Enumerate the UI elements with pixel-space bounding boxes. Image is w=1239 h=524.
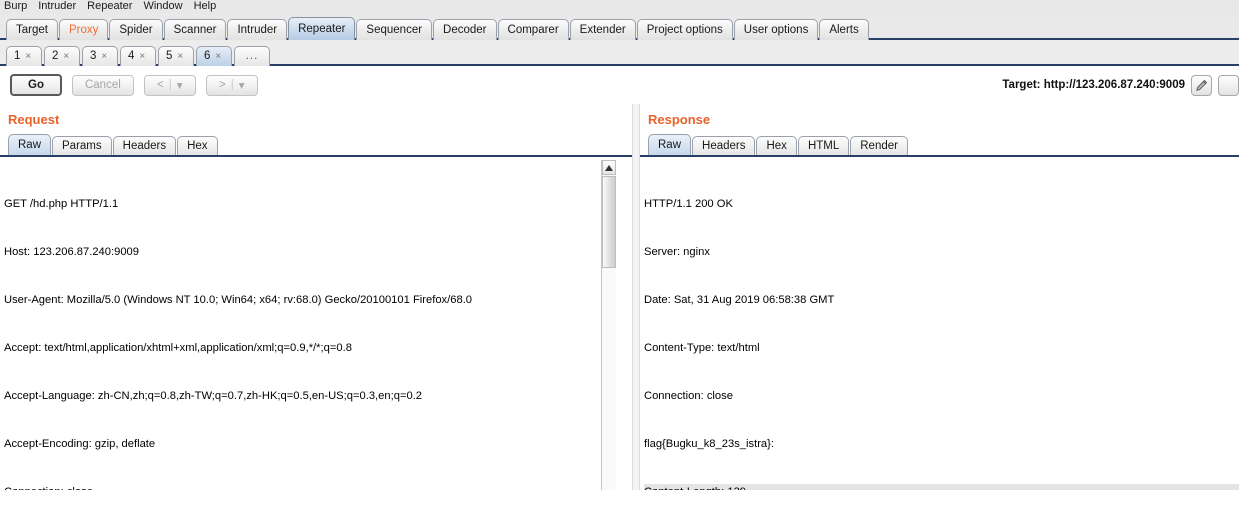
- repeater-tab-4[interactable]: 4 ×: [120, 46, 156, 66]
- request-tab-raw[interactable]: Raw: [8, 134, 52, 155]
- close-icon[interactable]: ×: [215, 47, 221, 66]
- repeater-tab-6-label: 6: [204, 50, 211, 62]
- menu-item-burp[interactable]: Burp: [4, 0, 34, 12]
- request-pane-edge: [616, 160, 632, 490]
- response-line: Date: Sat, 31 Aug 2019 06:58:38 GMT: [644, 294, 835, 306]
- tab-sequencer[interactable]: Sequencer: [356, 19, 433, 40]
- request-text: GET /hd.php HTTP/1.1 Host: 123.206.87.24…: [0, 160, 632, 490]
- response-tab-headers[interactable]: Headers: [692, 136, 756, 155]
- menu-item-help[interactable]: Help: [194, 0, 224, 12]
- scroll-up-button[interactable]: [602, 160, 616, 175]
- request-pane: Request Raw Params Headers Hex GET /hd.p…: [0, 104, 632, 490]
- pane-splitter[interactable]: [632, 104, 640, 490]
- response-content-length-line: Content-Length: 139: [644, 484, 1239, 490]
- close-icon[interactable]: ×: [177, 47, 183, 66]
- back-button: < | ▾: [143, 74, 196, 96]
- response-title: Response: [648, 112, 711, 127]
- response-tab-raw[interactable]: Raw: [648, 134, 692, 155]
- response-tab-bar: Raw Headers Hex HTML Render: [640, 133, 1239, 157]
- tab-project-options[interactable]: Project options: [636, 19, 733, 40]
- tab-proxy[interactable]: Proxy: [58, 19, 109, 40]
- tab-target[interactable]: Target: [6, 19, 58, 40]
- repeater-toolbar: Go Cancel < | ▾ > | ▾ Target: http://123…: [0, 66, 1239, 104]
- request-line: Accept-Language: zh-CN,zh;q=0.8,zh-TW;q=…: [4, 390, 423, 402]
- request-line: Connection: close: [4, 484, 632, 490]
- request-tab-bar: Raw Params Headers Hex: [0, 133, 632, 157]
- request-line: Accept: text/html,application/xhtml+xml,…: [4, 342, 352, 354]
- chevron-right-icon: >: [219, 79, 226, 91]
- cancel-button: Cancel: [71, 74, 134, 96]
- response-flag-line: flag{Bugku_k8_23s_istra}:: [644, 438, 774, 450]
- repeater-tab-2-label: 2: [52, 50, 59, 62]
- request-line: Host: 123.206.87.240:9009: [4, 246, 139, 258]
- menu-item-intruder[interactable]: Intruder: [38, 0, 83, 12]
- close-icon[interactable]: ×: [63, 47, 69, 66]
- menu-item-window[interactable]: Window: [143, 0, 189, 12]
- tab-alerts[interactable]: Alerts: [819, 19, 869, 40]
- close-icon[interactable]: ×: [139, 47, 145, 66]
- repeater-tab-1-label: 1: [14, 50, 21, 62]
- forward-button: > | ▾: [205, 74, 258, 96]
- repeater-tab-4-label: 4: [128, 50, 135, 62]
- response-line: Server: nginx: [644, 246, 710, 258]
- response-text: HTTP/1.1 200 OK Server: nginx Date: Sat,…: [640, 160, 1239, 490]
- request-line: User-Agent: Mozilla/5.0 (Windows NT 10.0…: [4, 294, 473, 306]
- repeater-tab-2[interactable]: 2 ×: [44, 46, 80, 66]
- pencil-icon[interactable]: [1191, 74, 1212, 96]
- tab-extender[interactable]: Extender: [569, 19, 636, 40]
- target-extra-button[interactable]: [1218, 74, 1239, 96]
- target-label: Target: http://123.206.87.240:9009: [1002, 79, 1185, 91]
- repeater-tab-5[interactable]: 5 ×: [158, 46, 194, 66]
- response-tab-render[interactable]: Render: [850, 136, 908, 155]
- repeater-tab-5-label: 5: [166, 50, 173, 62]
- response-line: Content-Type: text/html: [644, 342, 760, 354]
- close-icon[interactable]: ×: [101, 47, 107, 66]
- tab-comparer[interactable]: Comparer: [497, 19, 569, 40]
- response-editor[interactable]: HTTP/1.1 200 OK Server: nginx Date: Sat,…: [640, 160, 1239, 490]
- response-line: HTTP/1.1 200 OK: [644, 198, 733, 210]
- tab-user-options[interactable]: User options: [733, 19, 819, 40]
- repeater-tab-bar: 1 × 2 × 3 × 4 × 5 × 6 × ...: [0, 40, 1239, 66]
- request-tab-headers[interactable]: Headers: [112, 136, 177, 155]
- repeater-tab-3-label: 3: [90, 50, 97, 62]
- tab-spider[interactable]: Spider: [109, 19, 163, 40]
- response-line: Connection: close: [644, 390, 733, 402]
- chevron-down-icon: ▾: [176, 80, 183, 92]
- triangle-up-icon: [605, 164, 613, 171]
- repeater-tab-1[interactable]: 1 ×: [6, 46, 42, 66]
- request-tab-hex[interactable]: Hex: [177, 136, 218, 155]
- menu-item-repeater[interactable]: Repeater: [87, 0, 139, 12]
- repeater-tab-6[interactable]: 6 ×: [196, 46, 232, 66]
- response-tab-html[interactable]: HTML: [797, 136, 850, 155]
- response-tab-hex[interactable]: Hex: [756, 136, 797, 155]
- tab-decoder[interactable]: Decoder: [433, 19, 497, 40]
- close-icon[interactable]: ×: [25, 47, 31, 66]
- request-editor[interactable]: GET /hd.php HTTP/1.1 Host: 123.206.87.24…: [0, 160, 632, 490]
- request-line: Accept-Encoding: gzip, deflate: [4, 438, 156, 450]
- request-line: GET /hd.php HTTP/1.1: [4, 198, 119, 210]
- button-separator: |: [230, 79, 234, 91]
- request-title: Request: [8, 112, 60, 127]
- tab-scanner[interactable]: Scanner: [163, 19, 227, 40]
- chevron-left-icon: <: [157, 79, 164, 91]
- tab-intruder[interactable]: Intruder: [227, 19, 288, 40]
- target-area: Target: http://123.206.87.240:9009: [1002, 66, 1239, 104]
- repeater-tab-3[interactable]: 3 ×: [82, 46, 118, 66]
- request-scrollbar[interactable]: [601, 160, 616, 490]
- request-tab-params[interactable]: Params: [52, 136, 112, 155]
- tab-repeater[interactable]: Repeater: [288, 17, 356, 40]
- pencil-glyph: [1196, 79, 1208, 91]
- menu-bar: Burp Intruder Repeater Window Help: [0, 0, 1239, 14]
- button-separator: |: [168, 79, 172, 91]
- new-repeater-tab-button[interactable]: ...: [234, 46, 270, 66]
- scrollbar-track[interactable]: [602, 269, 616, 490]
- response-pane: Response Raw Headers Hex HTML Render HTT…: [640, 104, 1239, 490]
- message-panes: Request Raw Params Headers Hex GET /hd.p…: [0, 104, 1239, 490]
- chevron-down-icon: ▾: [238, 80, 245, 92]
- go-button[interactable]: Go: [10, 74, 62, 96]
- scrollbar-thumb[interactable]: [602, 176, 616, 268]
- main-tab-bar: Target Proxy Spider Scanner Intruder Rep…: [0, 14, 1239, 40]
